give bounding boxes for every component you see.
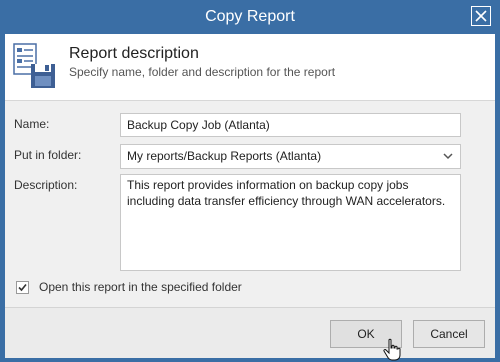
open-in-folder-label: Open this report in the specified folder <box>39 280 242 294</box>
hand-cursor-icon <box>383 338 401 361</box>
button-bar: OK Cancel <box>5 307 495 358</box>
open-in-folder-checkbox[interactable] <box>16 281 29 294</box>
cancel-button[interactable]: Cancel <box>413 320 485 348</box>
folder-label: Put in folder: <box>14 148 82 162</box>
window-title: Copy Report <box>205 8 295 25</box>
copy-report-dialog: Copy Report Report description Specify n… <box>0 0 500 362</box>
header-subtitle: Specify name, folder and description for… <box>69 65 336 79</box>
checkmark-icon <box>18 283 27 292</box>
close-button[interactable] <box>471 6 491 26</box>
name-input[interactable]: Backup Copy Job (Atlanta) <box>120 113 461 137</box>
description-label: Description: <box>14 178 78 192</box>
report-icon <box>13 43 55 88</box>
dialog-body: Report description Specify name, folder … <box>5 34 495 358</box>
close-icon <box>475 10 487 22</box>
header-panel: Report description Specify name, folder … <box>5 34 495 101</box>
name-label: Name: <box>14 117 50 131</box>
description-textarea[interactable]: This report provides information on back… <box>120 174 461 271</box>
header-title: Report description <box>69 45 199 62</box>
folder-select-value: My reports/Backup Reports (Atlanta) <box>127 149 322 163</box>
folder-select[interactable]: My reports/Backup Reports (Atlanta) <box>120 144 461 169</box>
title-bar[interactable]: Copy Report <box>0 0 500 34</box>
chevron-down-icon[interactable] <box>436 145 460 168</box>
